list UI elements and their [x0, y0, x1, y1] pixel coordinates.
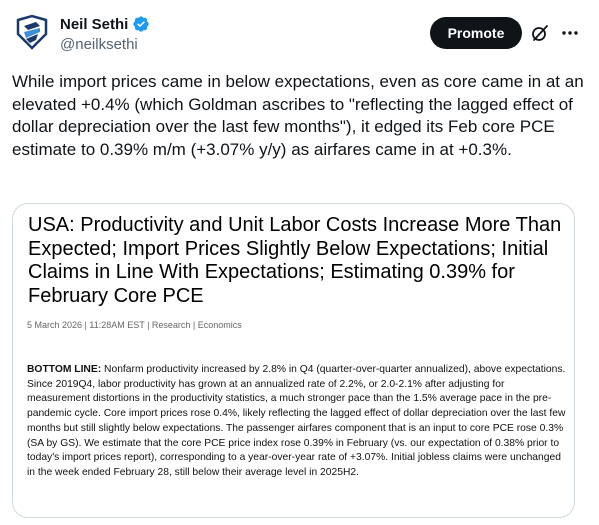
avatar-logo-icon	[12, 12, 52, 52]
avatar[interactable]	[12, 12, 52, 52]
author-handle[interactable]: @neilksethi	[60, 36, 150, 53]
slash-circle-icon[interactable]	[530, 23, 550, 43]
more-icon[interactable]	[560, 23, 580, 43]
card-body-label: BOTTOM LINE:	[27, 364, 102, 375]
author-name[interactable]: Neil Sethi	[60, 16, 128, 33]
tweet-header: Neil Sethi @neilksethi Promote	[0, 0, 599, 66]
card-title: USA: Productivity and Unit Labor Costs I…	[28, 214, 562, 307]
promote-button[interactable]: Promote	[430, 17, 522, 49]
verified-badge-icon[interactable]	[132, 15, 150, 33]
card-body-text: Nonfarm productivity increased by 2.8% i…	[27, 364, 566, 478]
tweet-text: While import prices came in below expect…	[12, 72, 589, 159]
card-body: BOTTOM LINE: Nonfarm productivity increa…	[27, 363, 567, 481]
author-block: Neil Sethi @neilksethi	[60, 14, 150, 53]
author-name-row: Neil Sethi	[60, 14, 150, 34]
article-card[interactable]: USA: Productivity and Unit Labor Costs I…	[12, 203, 575, 518]
card-meta: 5 March 2026 | 11:28AM EST | Research | …	[27, 320, 242, 330]
